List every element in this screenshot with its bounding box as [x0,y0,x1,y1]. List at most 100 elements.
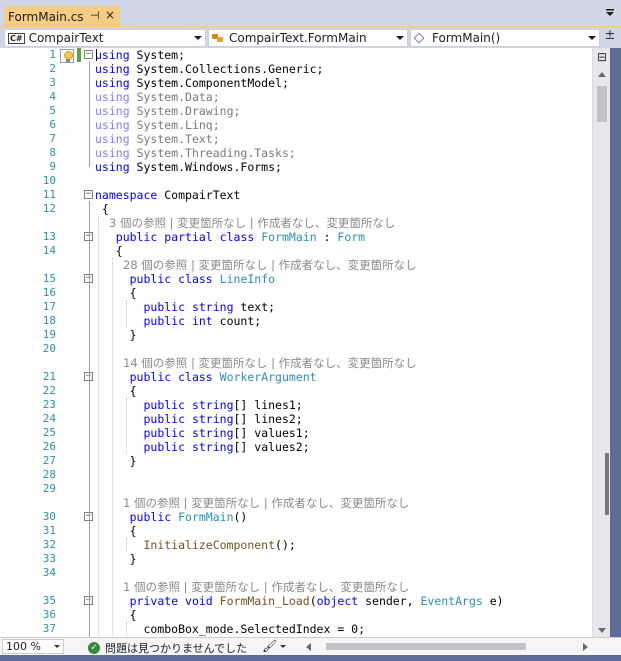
vertical-scrollbar[interactable]: ⊟ [592,48,610,637]
scroll-down-arrow-icon[interactable] [598,628,606,633]
code-line: 20 [0,342,604,356]
code-line: 33 } [0,552,604,566]
code-text: public class WorkerArgument [129,370,317,384]
code-lines: 1− using System; 2 using System.Collections… [0,48,604,637]
collapse-toggle-icon[interactable]: − [84,190,93,199]
codelens-info[interactable]: 1 個の参照 | 変更箇所なし | 作成者なし、変更箇所なし [123,580,409,594]
line-number: 33 [42,552,56,565]
horizontal-scroll-thumb[interactable] [326,643,526,650]
code-text: public string[] values1; [143,426,310,440]
member-dropdown[interactable]: FormMain() [410,29,600,47]
issues-indicator[interactable]: ✓ 問題は見つかりませんでした [88,640,247,656]
collapse-toggle-icon[interactable]: − [84,50,93,59]
csharp-project-icon: C# [8,32,25,44]
code-line: 36 { [0,608,604,622]
horizontal-scrollbar[interactable] [302,641,592,652]
line-number: 30 [42,510,56,523]
lightbulb-icon[interactable] [60,49,74,63]
line-number: 15 [42,272,56,285]
code-text: comboBox_mode.SelectedIndex = 0; [95,622,366,636]
codelens-row: 1 個の参照 | 変更箇所なし | 作成者なし、変更箇所なし [0,580,604,594]
indent-guide [126,398,127,454]
indent-guide [126,538,127,552]
codelens-info[interactable]: 1 個の参照 | 変更箇所なし | 作成者なし、変更箇所なし [123,496,409,510]
tab-list-dropdown-icon[interactable] [605,8,615,18]
fold-guide-line [89,523,90,559]
code-cleanup-brush-icon[interactable]: 🖌 [262,639,277,653]
line-number: 29 [42,482,56,495]
code-line: 22 { [0,384,604,398]
chevron-down-icon [396,36,404,40]
code-editor[interactable]: 1− using System; 2 using System.Collections… [0,48,604,637]
code-text: } [95,454,137,468]
code-line: 30− public FormMain() [0,510,604,524]
chevron-down-icon[interactable] [280,645,286,648]
scroll-right-arrow-icon[interactable] [583,643,588,651]
line-number: 9 [49,160,56,173]
indent-guide [126,300,127,328]
code-line: 18 public int count; [0,314,604,328]
line-number: 12 [42,202,56,215]
scroll-marker [605,453,609,515]
codelens-row: 3 個の参照 | 変更箇所なし | 作成者なし、変更箇所なし [0,216,604,230]
code-text: public class LineInfo [129,272,276,286]
class-dropdown[interactable]: CompairText.FormMain [208,29,408,47]
code-line: 21− public class WorkerArgument [0,370,604,384]
line-number: 35 [42,594,56,607]
code-line: 26 public string[] values2; [0,440,604,454]
pin-icon[interactable]: ⊣ [90,9,100,22]
code-line: 1 − using System; [0,48,604,62]
line-number: 27 [42,454,56,467]
fold-guide-line [89,285,90,335]
codelens-row: 28 個の参照 | 変更箇所なし | 作成者なし、変更箇所なし [0,258,604,272]
code-line: 32 InitializeComponent(); [0,538,604,552]
scroll-up-arrow-icon[interactable] [598,72,606,77]
code-line: 5 using System.Drawing; [0,104,604,118]
code-text: public string[] values2; [143,440,310,454]
fold-guide-line [89,607,90,637]
code-text: private void FormMain_Load(object sender… [129,594,504,608]
code-line: 23 public string[] lines1; [0,398,604,412]
project-dropdown[interactable]: C# CompairText [4,29,206,47]
check-circle-icon: ✓ [88,642,100,654]
code-text: using System.Data; [95,90,220,104]
line-number: 20 [42,342,56,355]
codelens-info[interactable]: 14 個の参照 | 変更箇所なし | 作成者なし、変更箇所なし [123,356,417,370]
line-number: 4 [49,90,56,103]
code-line: 9 using System.Windows.Forms; [0,160,604,174]
line-number: 32 [42,538,56,551]
code-text: using System.Collections.Generic; [95,62,324,76]
chevron-down-icon [588,36,596,40]
split-handle-icon[interactable]: ⊟ [593,48,611,66]
indent-guide [126,622,127,636]
code-text: } [95,328,137,342]
class-icon [212,33,224,43]
code-text: using System.ComponentModel; [95,76,289,90]
line-number: 22 [42,384,56,397]
scroll-left-arrow-icon[interactable] [306,643,311,651]
tab-formmain-cs[interactable]: FormMain.cs ⊣ × [4,6,120,27]
codelens-info[interactable]: 28 個の参照 | 変更箇所なし | 作成者なし、変更箇所なし [123,258,417,272]
line-number: 28 [42,468,56,481]
code-line: 6 using System.Linq; [0,118,604,132]
split-window-icon[interactable]: ± [601,28,619,48]
window-bottom-border [0,655,621,661]
code-text: using System.Threading.Tasks; [95,146,296,160]
code-line: 25 public string[] values1; [0,426,604,440]
close-icon[interactable]: × [105,8,115,22]
scroll-thumb[interactable] [597,86,607,122]
text-caret [96,49,97,61]
codelens-info[interactable]: 3 個の参照 | 変更箇所なし | 作成者なし、変更箇所なし [109,216,395,230]
line-number: 6 [49,118,56,131]
line-number: 1 [49,48,56,61]
code-text: } [95,552,137,566]
line-number: 36 [42,608,56,621]
code-text: namespace CompairText [95,188,241,202]
code-text: { [95,524,137,538]
line-number: 8 [49,146,56,159]
code-line: 17 public string text; [0,300,604,314]
line-number: 16 [42,286,56,299]
zoom-dropdown[interactable]: 100 % [2,639,64,654]
code-line: 29 [0,482,604,496]
code-text: public int count; [143,314,262,328]
